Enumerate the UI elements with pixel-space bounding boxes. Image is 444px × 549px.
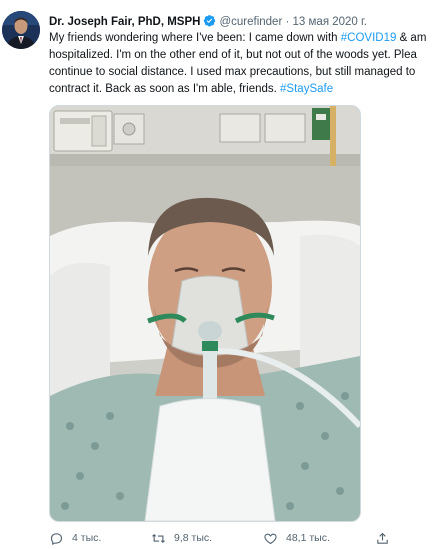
author-name[interactable]: Dr. Joseph Fair, PhD, MSPH bbox=[49, 16, 200, 28]
reply-icon bbox=[50, 532, 63, 545]
text-segment: contract it. Back as soon as I'm able, f… bbox=[49, 83, 281, 95]
reply-count: 4 тыс. bbox=[72, 532, 102, 544]
tweet-text-line-4: contract it. Back as soon as I'm able, f… bbox=[49, 81, 444, 98]
reply-button[interactable]: 4 тыс. bbox=[49, 527, 101, 549]
tweet-text-line-2: hospitalized. I'm on the other end of it… bbox=[49, 49, 417, 61]
author-handle[interactable]: @curefinder bbox=[219, 16, 282, 28]
verified-badge-icon bbox=[204, 15, 216, 27]
heart-icon bbox=[264, 533, 277, 544]
tweet-header: Dr. Joseph Fair, PhD, MSPH @curefinder · … bbox=[49, 13, 444, 31]
tweet-date[interactable]: 13 мая 2020 г. bbox=[293, 16, 367, 28]
tweet: Dr. Joseph Fair, PhD, MSPH @curefinder · … bbox=[0, 0, 444, 549]
tweet-text-line-3: continue to social distance. I used max … bbox=[49, 66, 416, 78]
hospital-selfie-image bbox=[50, 106, 360, 521]
retweet-count: 9,8 тыс. bbox=[174, 532, 213, 544]
tweet-text: My friends wondering where I've been: I … bbox=[49, 30, 444, 98]
tweet-media-video[interactable] bbox=[49, 105, 361, 522]
tweet-actions: 4 тыс. 9,8 тыс. 48,1 тыс. bbox=[49, 527, 444, 549]
avatar-photo bbox=[2, 11, 40, 49]
like-button[interactable]: 48,1 тыс. bbox=[263, 527, 330, 549]
share-button[interactable] bbox=[375, 527, 398, 549]
text-segment: & am bbox=[396, 32, 427, 44]
tweet-text-line-1: My friends wondering where I've been: I … bbox=[49, 30, 444, 47]
separator-dot: · bbox=[285, 16, 290, 28]
retweet-button[interactable]: 9,8 тыс. bbox=[151, 527, 212, 549]
retweet-icon bbox=[152, 533, 165, 543]
hashtag-staysafe[interactable]: #StaySafe bbox=[280, 83, 333, 95]
like-count: 48,1 тыс. bbox=[286, 532, 330, 544]
avatar[interactable] bbox=[2, 11, 40, 49]
text-segment: My friends wondering where I've been: I … bbox=[49, 32, 341, 44]
share-icon bbox=[377, 532, 388, 544]
hashtag-covid19[interactable]: #COVID19 bbox=[341, 32, 397, 44]
